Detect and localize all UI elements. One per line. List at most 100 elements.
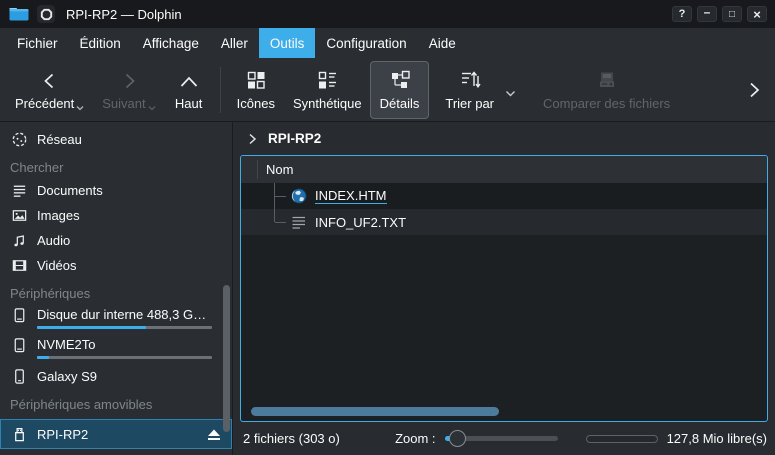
network-icon (10, 131, 28, 149)
menubar: Fichier Édition Affichage Aller Outils C… (0, 28, 775, 58)
application-menu-badge-icon[interactable] (37, 5, 55, 23)
toolbar-separator (220, 67, 221, 113)
sidebar-scrollbar[interactable] (223, 285, 230, 432)
details-view-label: Détails (380, 96, 420, 111)
compare-files-label: Comparer des fichiers (543, 96, 670, 111)
text-file-icon (291, 214, 307, 230)
sort-icon (459, 69, 481, 91)
up-label: Haut (175, 96, 202, 111)
sidebar-item-documents[interactable]: Documents (0, 178, 232, 203)
folder-app-icon (8, 4, 30, 24)
sidebar-item-audio[interactable]: Audio (0, 228, 232, 253)
sidebar-section-devices: Périphériques (0, 282, 232, 304)
compact-view-icon (316, 69, 338, 91)
zoom-slider-handle[interactable] (449, 430, 466, 447)
menu-configuration[interactable]: Configuration (315, 28, 417, 58)
file-view: Nom (240, 155, 768, 422)
menu-aller[interactable]: Aller (210, 28, 259, 58)
minimize-button[interactable]: – (697, 6, 717, 22)
back-label: Précédent (15, 96, 74, 111)
sidebar-item-network[interactable]: Réseau (0, 127, 232, 152)
sort-by-button[interactable]: Trier par (436, 62, 503, 118)
usb-drive-icon (10, 425, 28, 443)
document-lines-icon (10, 182, 28, 200)
chevron-left-icon (39, 69, 61, 91)
details-view-button[interactable]: Détails (371, 62, 429, 118)
sidebar-label: Audio (37, 233, 70, 248)
music-note-icon (10, 232, 28, 250)
compare-files-icon (596, 69, 618, 91)
file-count-summary: 2 fichiers (303 o) (243, 431, 340, 446)
toolbar-overflow-chevron-icon[interactable] (739, 68, 769, 112)
file-rows: INDEX.HTM INFO_UF2.TXT (241, 183, 767, 421)
maximize-button[interactable]: □ (722, 6, 742, 22)
sidebar-label: Disque dur interne 488,3 G… (37, 306, 212, 323)
column-separator[interactable] (257, 160, 258, 179)
sidebar-item-images[interactable]: Images (0, 203, 232, 228)
menu-edition[interactable]: Édition (69, 28, 132, 58)
window-title: RPI-RP2 — Dolphin (66, 7, 182, 22)
menu-fichier[interactable]: Fichier (6, 28, 69, 58)
compact-view-button[interactable]: Synthétique (284, 62, 371, 118)
disk-usage-bar (37, 356, 212, 359)
file-name[interactable]: INFO_UF2.TXT (315, 215, 406, 230)
sidebar-item-internal-disk[interactable]: Disque dur interne 488,3 G… (0, 304, 232, 334)
sidebar-item-phone[interactable]: Galaxy S9 (0, 364, 232, 389)
sidebar-item-nvme[interactable]: NVME2To (0, 334, 232, 364)
film-icon (10, 257, 28, 275)
harddisk-icon (10, 336, 28, 354)
chevron-up-icon (177, 69, 201, 91)
file-row[interactable]: INDEX.HTM (241, 183, 767, 209)
menu-outils[interactable]: Outils (259, 28, 316, 58)
dolphin-window: RPI-RP2 — Dolphin ? – □ × Fichier Éditio… (0, 0, 775, 455)
sidebar-label: NVME2To (37, 336, 212, 353)
sidebar-section-search: Chercher (0, 156, 232, 178)
horizontal-scrollbar[interactable] (251, 407, 499, 416)
tree-branch (275, 222, 286, 223)
sidebar-label: Galaxy S9 (37, 369, 97, 384)
zoom-slider[interactable] (445, 430, 558, 447)
sort-by-label: Trier par (445, 96, 494, 111)
chevron-down-icon (148, 105, 156, 111)
smartphone-icon (10, 368, 28, 386)
file-row[interactable]: INFO_UF2.TXT (241, 209, 767, 235)
sidebar-label: Réseau (37, 132, 82, 147)
toolbar: Précédent Suivant Haut (0, 58, 775, 122)
harddisk-icon (10, 306, 28, 324)
up-button[interactable]: Haut (165, 62, 213, 118)
close-button[interactable]: × (747, 6, 767, 22)
sort-dropdown-chevron-icon[interactable] (505, 62, 516, 118)
back-button[interactable]: Précédent (6, 62, 93, 118)
statusbar: 2 fichiers (303 o) Zoom : 127,8 Mio libr… (233, 422, 775, 455)
sidebar-label: Documents (37, 183, 103, 198)
chevron-right-icon (118, 69, 140, 91)
icons-view-label: Icônes (237, 96, 275, 111)
sidebar-label: Vidéos (37, 258, 77, 273)
eject-icon[interactable] (206, 427, 222, 442)
breadcrumb: RPI-RP2 (233, 122, 775, 155)
details-view-icon (389, 69, 411, 91)
titlebar[interactable]: RPI-RP2 — Dolphin ? – □ × (0, 0, 775, 28)
tree-line (274, 183, 275, 222)
sidebar-item-videos[interactable]: Vidéos (0, 253, 232, 278)
breadcrumb-current[interactable]: RPI-RP2 (268, 131, 321, 146)
image-icon (10, 207, 28, 225)
menu-affichage[interactable]: Affichage (132, 28, 210, 58)
tree-branch (275, 196, 286, 197)
column-header-row: Nom (241, 156, 767, 183)
forward-label: Suivant (102, 96, 145, 111)
file-name[interactable]: INDEX.HTM (315, 188, 387, 204)
sidebar-item-rpi-rp2[interactable]: RPI-RP2 (0, 419, 232, 449)
column-header-name[interactable]: Nom (241, 162, 293, 177)
sidebar-section-removable: Périphériques amovibles (0, 393, 232, 415)
icons-view-icon (245, 69, 267, 91)
sidebar-label: RPI-RP2 (37, 427, 88, 442)
disk-usage-bar (37, 326, 212, 329)
forward-button[interactable]: Suivant (93, 62, 164, 118)
menu-aide[interactable]: Aide (418, 28, 467, 58)
main-panel: RPI-RP2 Nom (233, 122, 775, 455)
icons-view-button[interactable]: Icônes (228, 62, 284, 118)
help-button[interactable]: ? (672, 6, 692, 22)
breadcrumb-chevron-icon[interactable] (248, 133, 257, 145)
free-space-bar (586, 435, 658, 443)
